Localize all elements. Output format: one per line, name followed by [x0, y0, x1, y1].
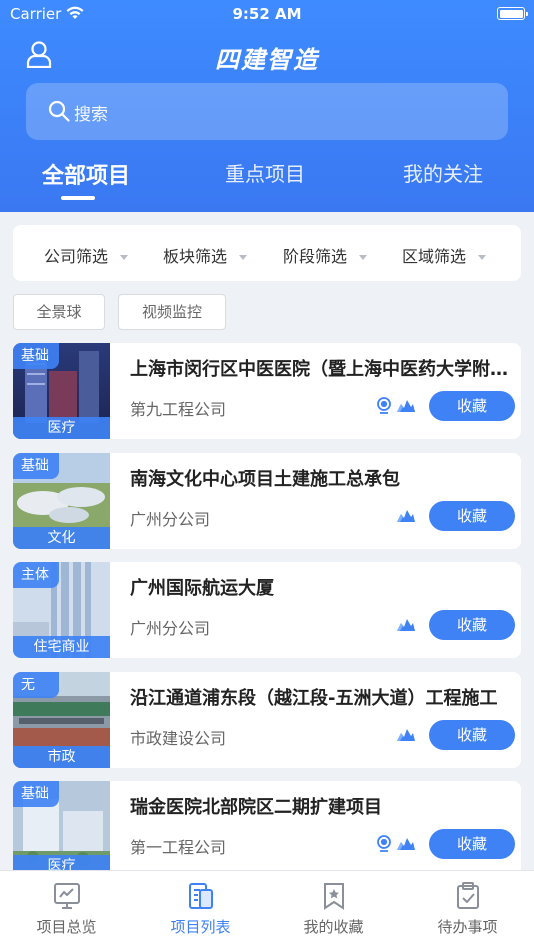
active-tab-indicator [61, 196, 95, 200]
status-time: 9:52 AM [232, 5, 302, 23]
filter-label: 阶段筛选 [283, 247, 348, 266]
panorama-icon[interactable] [397, 398, 415, 412]
tabbar-label: 我的收藏 [303, 918, 364, 936]
panorama-icon[interactable] [397, 508, 415, 522]
tab-my-follows[interactable]: 我的关注 [403, 158, 483, 187]
stage-badge: 基础 [13, 343, 59, 369]
favorite-button[interactable]: 收藏 [429, 501, 515, 531]
caret-down-icon [359, 255, 368, 260]
bottom-tab-bar: 项目总览 项目列表 我的收藏 待办事项 [0, 870, 534, 950]
caret-down-icon [239, 255, 248, 260]
project-card[interactable]: 主体 住宅商业 广州国际航运大厦 广州分公司 收藏 [13, 562, 521, 658]
panorama-icon[interactable] [397, 727, 415, 741]
chart-board-icon [54, 883, 80, 909]
stage-filter[interactable]: 阶段筛选 [283, 243, 368, 267]
category-label: 医疗 [13, 417, 110, 439]
stage-badge: 基础 [13, 781, 59, 807]
panorama-icon[interactable] [397, 617, 415, 631]
project-company: 广州分公司 [130, 510, 211, 529]
project-card[interactable]: 无 市政 沿江通道浦东段（越江段-五洲大道）工程施工 市政建设公司 收藏 [13, 672, 521, 768]
filter-bar: 公司筛选 板块筛选 阶段筛选 区域筛选 [13, 225, 521, 281]
panorama-chip[interactable]: 全景球 [13, 294, 105, 330]
project-company: 第九工程公司 [130, 400, 227, 419]
tabbar-item-favorites[interactable]: 我的收藏 [267, 871, 400, 950]
bookmark-star-icon [324, 883, 344, 910]
project-title: 沿江通道浦东段（越江段-五洲大道）工程施工 [130, 688, 498, 709]
project-company: 市政建设公司 [130, 729, 227, 748]
favorite-button[interactable]: 收藏 [429, 720, 515, 750]
project-card[interactable]: 基础 医疗 瑞金医院北部院区二期扩建项目 第一工程公司 收藏 [13, 781, 521, 877]
camera-icon[interactable] [376, 835, 392, 853]
status-bar: Carrier 9:52 AM [0, 0, 534, 28]
battery-icon [497, 7, 528, 20]
search-bar[interactable]: 搜索 [26, 83, 508, 140]
project-thumbnail: 基础 医疗 [13, 781, 110, 877]
project-card[interactable]: 基础 文化 南海文化中心项目土建施工总承包 广州分公司 收藏 [13, 453, 521, 549]
category-label: 住宅商业 [13, 636, 110, 658]
tabbar-label: 项目列表 [170, 918, 231, 936]
project-company: 广州分公司 [130, 619, 211, 638]
project-title: 上海市闵行区中医医院（暨上海中医药大学附属闵行中医医院） [130, 359, 508, 380]
project-card[interactable]: 基础 医疗 上海市闵行区中医医院（暨上海中医药大学附属闵行中医医院） 第九工程公… [13, 343, 521, 439]
project-tabs: 全部项目 重点项目 我的关注 [0, 158, 534, 200]
project-thumbnail: 主体 住宅商业 [13, 562, 110, 658]
stage-badge: 基础 [13, 453, 59, 479]
category-label: 文化 [13, 527, 110, 549]
search-placeholder: 搜索 [74, 105, 108, 125]
video-monitor-chip[interactable]: 视频监控 [118, 294, 226, 330]
project-title: 瑞金医院北部院区二期扩建项目 [130, 797, 382, 818]
caret-down-icon [120, 255, 129, 260]
app-title: 四建智造 [215, 46, 319, 74]
favorite-button[interactable]: 收藏 [429, 829, 515, 859]
project-company: 第一工程公司 [130, 838, 227, 857]
panorama-icon[interactable] [397, 836, 415, 850]
project-thumbnail: 无 市政 [13, 672, 110, 768]
doc-list-icon [189, 883, 213, 909]
tabbar-item-todo[interactable]: 待办事项 [401, 871, 534, 950]
region-filter[interactable]: 区域筛选 [402, 243, 487, 267]
tabbar-label: 待办事项 [437, 918, 498, 936]
tabbar-item-list[interactable]: 项目列表 [134, 871, 267, 950]
project-thumbnail: 基础 医疗 [13, 343, 110, 439]
sector-filter[interactable]: 板块筛选 [163, 243, 248, 267]
tabbar-item-overview[interactable]: 项目总览 [0, 871, 133, 950]
project-thumbnail: 基础 文化 [13, 453, 110, 549]
company-filter[interactable]: 公司筛选 [44, 243, 129, 267]
caret-down-icon [478, 255, 487, 260]
search-icon [48, 100, 70, 122]
header: Carrier 9:52 AM 四建智造 搜索 全部项目 重点项目 我的关注 [0, 0, 534, 212]
favorite-button[interactable]: 收藏 [429, 610, 515, 640]
tab-all-projects[interactable]: 全部项目 [42, 158, 130, 190]
filter-label: 公司筛选 [44, 247, 109, 266]
category-label: 市政 [13, 746, 110, 768]
camera-icon[interactable] [376, 397, 392, 415]
project-title: 南海文化中心项目土建施工总承包 [130, 469, 400, 490]
stage-badge: 无 [13, 672, 59, 698]
tab-key-projects[interactable]: 重点项目 [225, 158, 305, 187]
project-title: 广州国际航运大厦 [130, 578, 274, 599]
clipboard-check-icon [457, 882, 479, 909]
favorite-button[interactable]: 收藏 [429, 391, 515, 421]
filter-label: 区域筛选 [402, 247, 467, 266]
tabbar-label: 项目总览 [36, 918, 97, 936]
stage-badge: 主体 [13, 562, 59, 588]
filter-label: 板块筛选 [163, 247, 228, 266]
